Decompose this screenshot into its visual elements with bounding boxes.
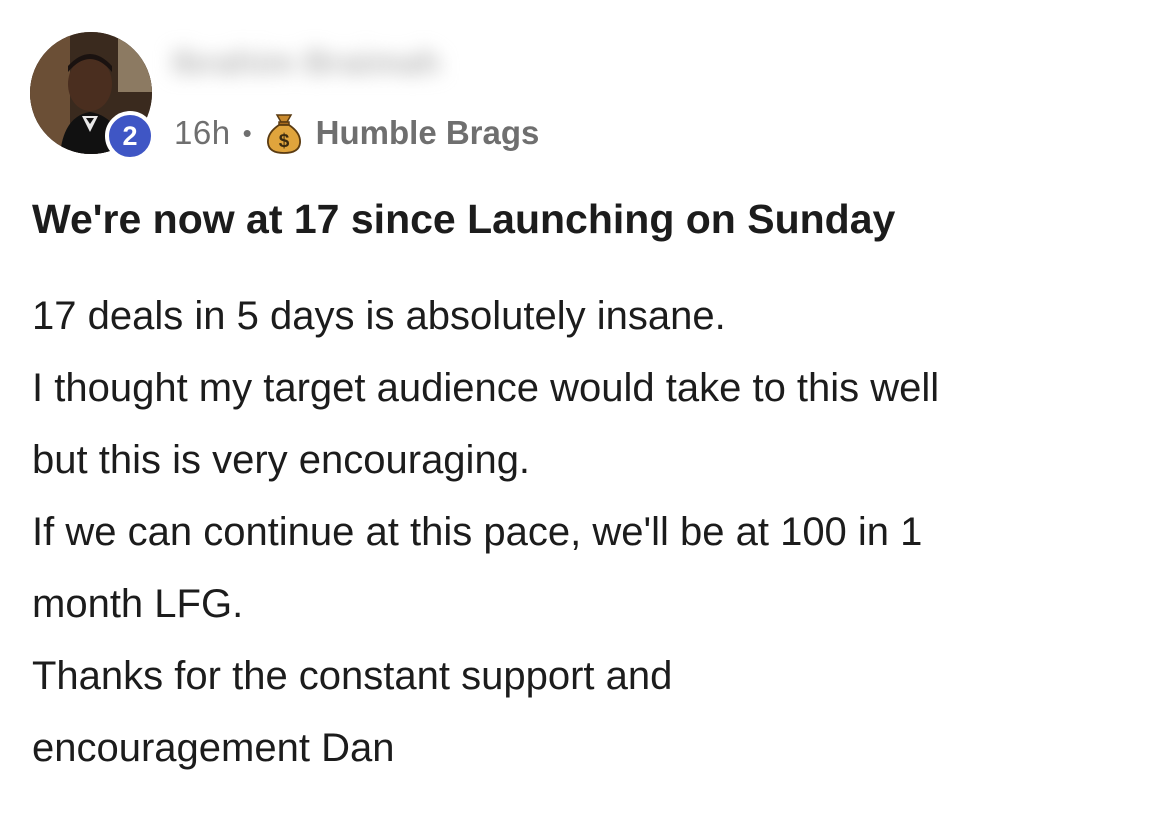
post-time[interactable]: 16h [174,114,231,152]
body-line: Thanks for the constant support and [32,654,673,698]
body-line: I thought my target audience would take … [32,366,940,410]
money-bag-icon: $ [264,111,304,155]
body-line: 17 deals in 5 days is absolutely insane. [32,294,726,338]
body-line: If we can continue at this pace, we'll b… [32,510,923,554]
post-body: 17 deals in 5 days is absolutely insane.… [32,280,1152,784]
body-line: encouragement Dan [32,726,395,770]
svg-text:$: $ [278,131,289,152]
body-line: month LFG. [32,582,244,626]
group-link[interactable]: Humble Brags [316,114,540,152]
body-line: but this is very encouraging. [32,438,531,482]
post-title[interactable]: We're now at 17 since Launching on Sunda… [32,196,895,243]
meta-separator: • [242,117,252,148]
level-badge: 2 [105,111,155,161]
post-card: 2 Ibrahim Braimah 16h • $ Humble Brags W… [0,0,1170,818]
author-name[interactable]: Ibrahim Braimah [172,44,440,82]
post-meta: 16h • $ Humble Brags [174,110,539,156]
